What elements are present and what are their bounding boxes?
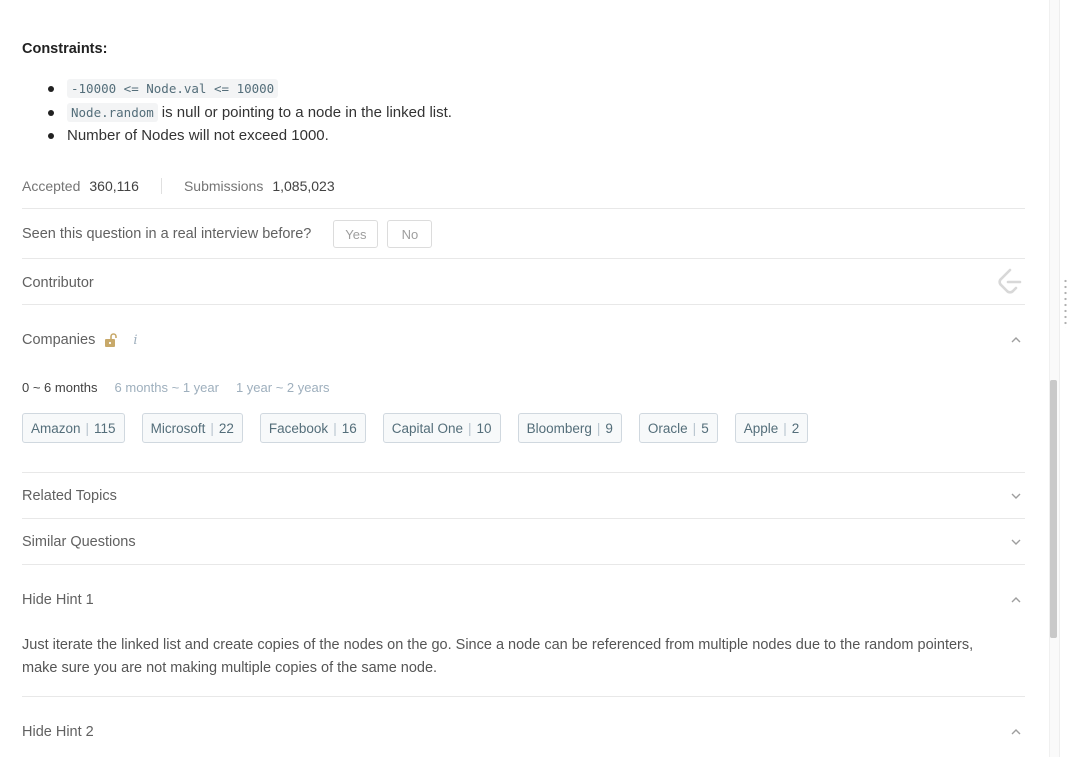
similar-questions-header[interactable]: Similar Questions	[22, 531, 1025, 553]
tab-0-6-months[interactable]: 0 ~ 6 months	[22, 380, 98, 395]
divider	[22, 304, 1025, 305]
submissions-value: 1,085,023	[272, 178, 335, 194]
constraints-heading: Constraints:	[22, 41, 108, 57]
contributor-row[interactable]: Contributor	[22, 272, 1025, 294]
tab-6-months-1-year[interactable]: 6 months ~ 1 year	[115, 380, 219, 395]
chevron-up-icon[interactable]	[1010, 334, 1022, 346]
divider	[22, 564, 1025, 565]
chevron-down-icon[interactable]	[1010, 536, 1022, 548]
company-count: 115	[94, 420, 116, 436]
companies-label: Companies	[22, 332, 96, 348]
related-topics-header[interactable]: Related Topics	[22, 485, 1025, 507]
company-name: Bloomberg	[526, 420, 592, 436]
company-name: Apple	[743, 420, 779, 436]
hint-2-header[interactable]: Hide Hint 2	[22, 721, 1025, 743]
scrollbar-thumb[interactable]	[1050, 380, 1057, 638]
divider	[22, 208, 1025, 209]
constraint-item: Node.random is null or pointing to a node…	[22, 102, 922, 126]
company-tag[interactable]: Microsoft | 22	[141, 413, 243, 443]
hint-1-header[interactable]: Hide Hint 1	[22, 589, 1025, 611]
panel-resize-divider[interactable]	[1059, 0, 1084, 757]
divider	[22, 696, 1025, 697]
drag-handle-icon[interactable]	[1064, 278, 1067, 328]
leetcode-logo-icon	[996, 267, 1024, 297]
company-tag[interactable]: Oracle | 5	[638, 413, 718, 443]
bullet-icon	[48, 86, 54, 92]
company-count: 9	[605, 420, 613, 436]
hint-1-text: Just iterate the linked list and create …	[22, 637, 974, 676]
bullet-icon	[48, 109, 54, 116]
submission-stats: Accepted 360,116 Submissions 1,085,023	[22, 176, 335, 196]
constraint-item: Number of Nodes will not exceed 1000.	[22, 125, 922, 149]
hint-1-label: Hide Hint 1	[22, 592, 94, 608]
divider	[22, 258, 1025, 259]
accepted-value: 360,116	[89, 178, 139, 194]
no-button[interactable]: No	[387, 220, 433, 248]
company-tag[interactable]: Apple | 2	[734, 413, 809, 443]
constraint-text: Number of Nodes will not exceed 1000.	[67, 127, 329, 144]
company-name: Capital One	[391, 420, 464, 436]
similar-questions-label: Similar Questions	[22, 534, 136, 550]
company-tag[interactable]: Facebook | 16	[259, 413, 366, 443]
company-name: Microsoft	[150, 420, 206, 436]
tab-1-2-years[interactable]: 1 year ~ 2 years	[236, 380, 330, 395]
yes-button[interactable]: Yes	[333, 220, 379, 248]
divider	[22, 472, 1025, 473]
info-icon[interactable]: i	[133, 333, 137, 348]
related-topics-label: Related Topics	[22, 488, 117, 504]
scrollbar-track[interactable]	[1049, 0, 1059, 757]
constraint-item: -10000 <= Node.val <= 10000	[22, 78, 922, 102]
chevron-down-icon[interactable]	[1010, 490, 1022, 502]
stats-divider	[160, 178, 162, 194]
company-name: Amazon	[31, 420, 81, 436]
company-tags: Amazon | 115 Microsoft | 22 Facebook | 16 Capi…	[22, 413, 825, 443]
company-count: 22	[218, 420, 234, 436]
constraint-text: is null or pointing to a node in the lin…	[161, 103, 452, 121]
companies-header[interactable]: Companies i	[22, 329, 1025, 351]
constraints-list: -10000 <= Node.val <= 10000 Node.random i…	[22, 78, 922, 149]
company-name: Facebook	[268, 420, 329, 436]
divider	[22, 518, 1025, 519]
bullet-icon	[48, 133, 54, 139]
accepted-label: Accepted	[22, 178, 81, 194]
company-tag[interactable]: Capital One | 10	[382, 413, 501, 443]
company-tag[interactable]: Amazon | 115	[22, 413, 125, 443]
interview-feedback-row: Seen this question in a real interview b…	[22, 219, 1025, 249]
submissions-label: Submissions	[183, 178, 264, 194]
code-snippet: -10000 <= Node.val <= 10000	[67, 79, 279, 98]
lock-open-icon	[104, 333, 119, 347]
company-count: 2	[791, 420, 800, 436]
chevron-up-icon[interactable]	[1010, 726, 1022, 738]
company-count: 5	[701, 420, 709, 436]
interview-question: Seen this question in a real interview b…	[22, 226, 312, 242]
code-snippet: Node.random	[67, 102, 158, 122]
company-tag[interactable]: Bloomberg | 9	[517, 413, 622, 443]
company-count: 10	[476, 420, 492, 436]
hint-2-label: Hide Hint 2	[22, 724, 94, 740]
company-count: 16	[341, 420, 357, 436]
company-name: Oracle	[647, 420, 688, 436]
period-tabs: 0 ~ 6 months 6 months ~ 1 year 1 year ~ …	[22, 380, 347, 395]
chevron-up-icon[interactable]	[1010, 594, 1022, 606]
contributor-label: Contributor	[22, 275, 94, 291]
